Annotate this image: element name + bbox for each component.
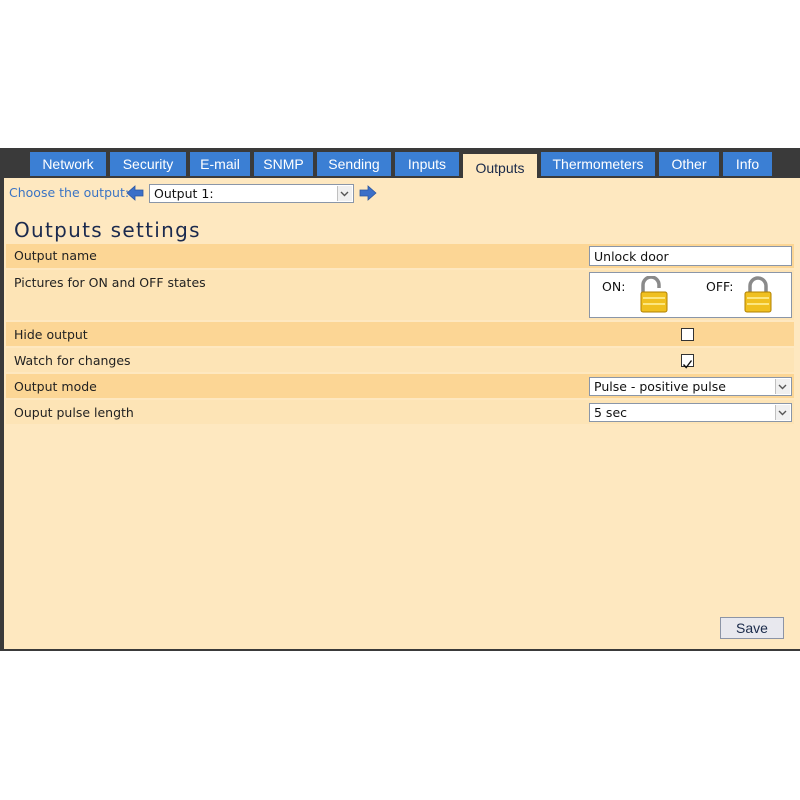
tab-other[interactable]: Other [659, 152, 719, 176]
pulse-length-select[interactable]: 5 sec [589, 403, 792, 422]
tab-snmp[interactable]: SNMP [254, 152, 313, 176]
locked-padlock-icon[interactable] [742, 276, 774, 314]
on-label: ON: [602, 279, 626, 294]
arrow-left-icon[interactable] [126, 185, 144, 201]
tab-network[interactable]: Network [30, 152, 106, 176]
output-select[interactable]: Output 1: [149, 184, 354, 203]
output-mode-value: Pulse - positive pulse [594, 379, 726, 394]
output-name-input[interactable] [589, 246, 792, 266]
pulse-length-label: Ouput pulse length [14, 405, 134, 420]
save-button[interactable]: Save [720, 617, 784, 639]
tab-sending[interactable]: Sending [317, 152, 391, 176]
off-label: OFF: [706, 279, 734, 294]
tab-inputs[interactable]: Inputs [395, 152, 459, 176]
tab-info[interactable]: Info [723, 152, 772, 176]
hide-output-checkbox[interactable] [681, 328, 694, 341]
pictures-label: Pictures for ON and OFF states [14, 275, 206, 290]
pictures-box: ON: OFF: [589, 272, 792, 318]
hide-output-label: Hide output [14, 327, 88, 342]
chevron-down-icon[interactable] [775, 405, 790, 420]
choose-output-label: Choose the output: [9, 185, 130, 200]
page-title: Outputs settings [14, 218, 201, 242]
output-name-label: Output name [14, 248, 97, 263]
output-mode-select[interactable]: Pulse - positive pulse [589, 377, 792, 396]
checkmark-icon [682, 360, 693, 369]
tab-thermometers[interactable]: Thermometers [541, 152, 655, 176]
chevron-down-icon[interactable] [775, 379, 790, 394]
chevron-down-icon[interactable] [337, 186, 352, 201]
tab-outputs[interactable]: Outputs [463, 154, 537, 180]
tab-email[interactable]: E-mail [190, 152, 250, 176]
row-hide-output: Hide output [6, 322, 794, 346]
pulse-length-value: 5 sec [594, 405, 628, 420]
tab-security[interactable]: Security [110, 152, 186, 176]
unlocked-padlock-icon[interactable] [638, 276, 670, 314]
arrow-right-icon[interactable] [359, 185, 377, 201]
watch-changes-checkbox[interactable] [681, 354, 694, 369]
row-watch-changes: Watch for changes [6, 348, 794, 372]
watch-changes-label: Watch for changes [14, 353, 131, 368]
output-select-value: Output 1: [154, 186, 214, 201]
output-mode-label: Output mode [14, 379, 97, 394]
